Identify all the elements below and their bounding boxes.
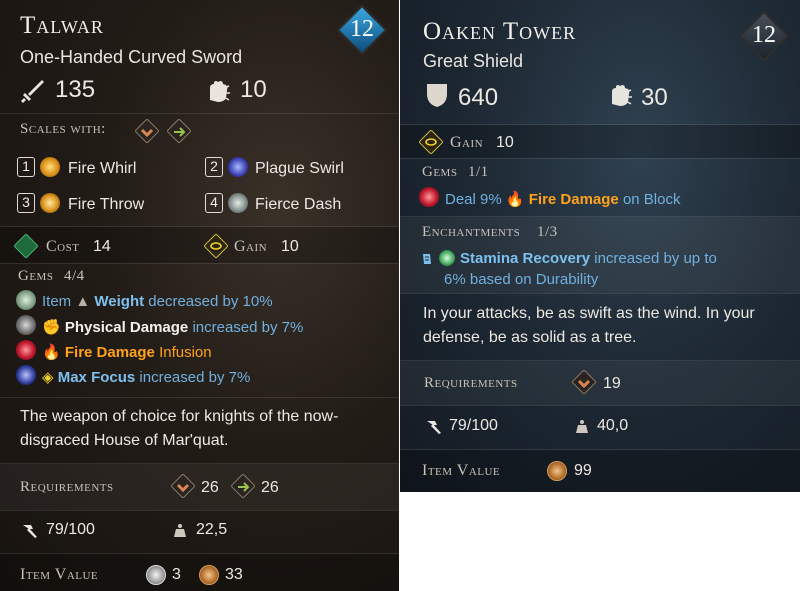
gems-count: 1/1	[468, 164, 489, 180]
scales-with-label: Scales with:	[20, 121, 106, 137]
enchant-text-line-2: 6% based on Durability	[444, 271, 599, 288]
physical-damage-icon: ✊	[42, 319, 61, 336]
stamina-icon	[439, 250, 455, 266]
gain-label: Gain	[450, 134, 484, 151]
gem-2-text: ✊ Physical Damage increased by 7%	[42, 319, 304, 336]
stagger-hand-icon	[612, 85, 632, 106]
talwar-tooltip: Talwar 12 One-Handed Curved Sword 135 10…	[0, 0, 399, 591]
cost-value: 14	[93, 238, 111, 255]
gem-effect-text: Deal 9% 🔥 Fire Damage on Block	[445, 191, 681, 208]
bronze-coin-icon	[547, 461, 567, 481]
item-value-label: Item Value	[422, 462, 501, 479]
durability-value: 79/100	[46, 521, 95, 538]
stagger-hand-icon	[210, 81, 230, 102]
gem-4-text: ◈ Max Focus increased by 7%	[42, 369, 251, 386]
requirements-label: Requirements	[20, 479, 114, 495]
durability-value: 79/100	[449, 417, 498, 434]
value-silver: 3	[172, 566, 181, 583]
level-badge: 12	[336, 4, 388, 56]
silver-coin-icon	[146, 565, 166, 585]
value-bronze: 99	[574, 462, 592, 479]
stagger-value: 30	[641, 84, 668, 111]
durability-hammer-icon	[427, 421, 441, 434]
skill-key-2: 2	[205, 157, 223, 177]
armor-value: 640	[458, 84, 499, 111]
enchantments-label: Enchantments	[422, 224, 521, 240]
skill-3-name[interactable]: Fire Throw	[68, 196, 144, 214]
gem-3-icon	[16, 340, 36, 360]
item-title: Oaken Tower	[423, 18, 577, 45]
skill-4-name[interactable]: Fierce Dash	[255, 196, 341, 214]
sword-icon	[21, 80, 44, 103]
req-strength-value: 19	[603, 375, 621, 392]
stagger-value: 10	[240, 76, 267, 103]
skill-key-1: 1	[17, 157, 35, 177]
gain-label: Gain	[234, 238, 268, 255]
level-badge: 12	[738, 10, 790, 62]
cost-label: Cost	[46, 238, 80, 255]
gems-label: Gems	[422, 164, 458, 180]
description-line-1: The weapon of choice for knights of the …	[20, 408, 339, 425]
item-value-label: Item Value	[20, 566, 99, 583]
item-subtitle: Great Shield	[423, 51, 524, 71]
weight-value: 40,0	[597, 417, 629, 434]
req-strength-value: 26	[201, 479, 219, 496]
plague-swirl-icon	[228, 157, 248, 177]
enchant-scroll-icon	[423, 254, 431, 264]
gem-ruby-icon	[419, 187, 439, 207]
value-bronze: 33	[225, 566, 243, 583]
fire-icon: 🔥	[505, 191, 525, 208]
enchant-text-line-1: Stamina Recovery increased by up to	[460, 250, 717, 267]
divider	[0, 113, 399, 114]
gems-label: Gems	[18, 268, 54, 284]
fire-throw-icon	[40, 193, 60, 213]
gem-1-icon	[16, 290, 36, 310]
weight-icon	[174, 524, 186, 537]
fire-icon: 🔥	[42, 344, 61, 361]
gem-2-icon	[16, 315, 36, 335]
gem-1-text: Item ▲ Weight decreased by 10%	[42, 293, 273, 310]
weight-icon	[576, 420, 588, 433]
skill-key-4: 4	[205, 193, 223, 213]
gem-3-text: 🔥 Fire Damage Infusion	[42, 344, 212, 361]
fierce-dash-icon	[228, 193, 248, 213]
skill-2-name[interactable]: Plague Swirl	[255, 160, 344, 178]
gain-value: 10	[281, 238, 299, 255]
gain-value: 10	[496, 134, 514, 151]
item-title: Talwar	[20, 12, 104, 39]
weight-value: 22,5	[196, 521, 228, 538]
weight-icon: ▲	[75, 293, 91, 310]
bronze-coin-icon	[199, 565, 219, 585]
requirements-label: Requirements	[424, 375, 518, 391]
skill-key-3: 3	[17, 193, 35, 213]
req-agility-value: 26	[261, 479, 279, 496]
item-subtitle: One-Handed Curved Sword	[20, 47, 243, 67]
description-line-1: In your attacks, be as swift as the wind…	[423, 305, 755, 322]
oaken-tower-tooltip: Oaken Tower 12 Great Shield 640 30 Gain …	[400, 0, 800, 492]
shield-icon	[427, 84, 447, 107]
description-line-2: disgraced House of Mar'quat.	[20, 432, 229, 449]
gem-4-icon	[16, 365, 36, 385]
gems-count: 4/4	[64, 268, 85, 284]
fire-whirl-icon	[40, 157, 60, 177]
focus-icon: ◈	[42, 369, 54, 386]
description-line-2: defense, be as solid as a tree.	[423, 329, 637, 346]
enchantments-count: 1/3	[537, 224, 558, 240]
damage-value: 135	[55, 76, 96, 103]
durability-hammer-icon	[23, 525, 37, 538]
skill-1-name[interactable]: Fire Whirl	[68, 160, 136, 178]
